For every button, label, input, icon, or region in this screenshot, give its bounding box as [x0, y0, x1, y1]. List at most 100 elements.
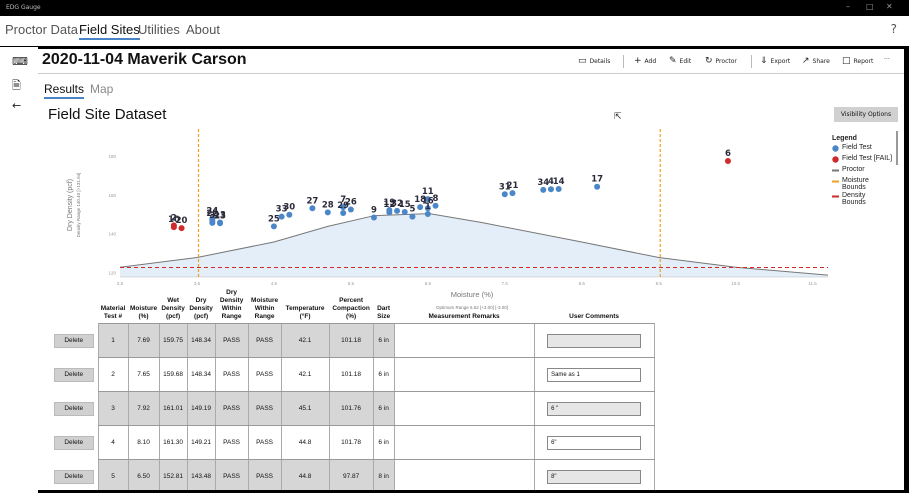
cell-m-range: PASS [247, 357, 282, 392]
legend-scrollbar[interactable] [896, 131, 898, 165]
visibility-options-button[interactable]: Visibility Options [834, 107, 898, 122]
x-tick-label: 5.5 [348, 281, 355, 286]
delete-button[interactable]: Delete [53, 401, 94, 416]
col-dry-density: Dry Density (pcf) [189, 297, 213, 320]
cell-dry-density: 148.34 [186, 323, 216, 358]
minimize-icon[interactable]: – [846, 2, 850, 11]
user-comment-input[interactable] [547, 333, 642, 348]
cell-test: 3 [97, 391, 128, 426]
export-icon: ⇓ [760, 56, 768, 66]
cell-percent: 101.18 [328, 323, 374, 358]
cell-moisture: 6.50 [127, 459, 160, 490]
subtab-results[interactable]: Results [44, 82, 85, 99]
cell-remarks[interactable] [393, 425, 535, 460]
user-comment-input[interactable]: 8" [547, 469, 642, 484]
y-tick-label: 180 [108, 154, 116, 159]
point-label: 34 [537, 178, 549, 188]
report-button[interactable]: □ Report [842, 56, 873, 66]
cell-dart: 6 in [372, 323, 395, 358]
mouse-cursor-icon: ⇱ [614, 112, 622, 122]
col-measurement-remarks: Measurement Remarks [428, 313, 500, 320]
close-icon[interactable]: ✕ [886, 2, 893, 11]
delete-button[interactable]: Delete [53, 333, 94, 348]
cell-moisture: 7.69 [127, 323, 160, 358]
cell-dry-density: 149.19 [186, 391, 216, 426]
cell-remarks[interactable] [393, 323, 535, 358]
legend-item-proctor: Proctor [832, 166, 892, 176]
col-wet-density: Wet Density (pcf) [161, 297, 185, 320]
cell-percent: 101.18 [328, 357, 374, 392]
x-tick-label: 8.5 [579, 281, 586, 286]
legend-item-density-bounds: Density Bounds [832, 192, 892, 206]
cell-wet-density: 152.81 [158, 459, 188, 490]
results-table: Material Test # Moisture (%) Wet Density… [50, 289, 655, 490]
cell-remarks[interactable] [393, 459, 535, 490]
help-icon[interactable]: ? [891, 22, 897, 36]
cell-dart: 6 in [372, 357, 395, 392]
point-label: 27 [306, 196, 318, 206]
x-tick-label: 2.5 [117, 281, 124, 286]
details-icon: ▭ [578, 56, 587, 66]
col-moisture: Moisture (%) [130, 305, 158, 320]
details-label: Details [589, 57, 611, 65]
user-comment-input[interactable]: 6" [547, 435, 642, 450]
app-window: EDG Gauge – □ ✕ Proctor Data Field Sites… [0, 0, 909, 493]
x-tick-label: 6.5 [425, 281, 432, 286]
col-temperature: Temperature (°F) [285, 305, 325, 320]
cell-test: 1 [97, 323, 128, 358]
tab-about[interactable]: About [186, 22, 220, 37]
cell-temperature: 44.8 [280, 459, 330, 490]
table-row: Delete 4 8.10 161.30 149.21 PASS PASS 44… [50, 425, 655, 460]
export-button[interactable]: ⇓ Export [760, 56, 790, 66]
delete-button[interactable]: Delete [53, 469, 94, 484]
tab-field-sites[interactable]: Field Sites [79, 22, 140, 40]
share-label: Share [812, 57, 830, 65]
back-arrow-icon[interactable]: ← [12, 99, 21, 112]
cell-dart: 6 in [372, 425, 395, 460]
point-label: 9 [371, 205, 377, 215]
toolbar-divider [623, 55, 624, 68]
legend-swatch [832, 193, 839, 202]
y-tick-label: 160 [108, 193, 116, 198]
cell-test: 4 [97, 425, 128, 460]
cell-percent: 101.78 [328, 425, 374, 460]
details-button[interactable]: ▭ Details [578, 56, 610, 66]
proctor-button[interactable]: ↻ Proctor [705, 56, 737, 66]
main-content: 2020-11-04 Maverik Carson ▭ Details + Add … [38, 49, 904, 490]
toolbar-divider [751, 55, 752, 68]
tab-proctor-data[interactable]: Proctor Data [5, 22, 78, 37]
delete-cell: Delete [50, 392, 98, 426]
share-button[interactable]: ↗ Share [802, 56, 830, 66]
cell-wet-density: 161.01 [158, 391, 188, 426]
add-button[interactable]: + Add [634, 56, 656, 66]
delete-cell: Delete [50, 324, 98, 358]
cell-m-range: PASS [247, 459, 282, 490]
report-icon: □ [842, 56, 851, 66]
cell-dart: 8 in [372, 459, 395, 490]
tab-utilities[interactable]: Utilities [138, 22, 180, 37]
user-comment-input[interactable]: Same as 1 [547, 367, 642, 382]
top-nav: Proctor Data Field Sites Utilities About… [0, 16, 909, 46]
col-dry-density-range: Dry Density Within Range [219, 289, 244, 320]
point-label: 32 [391, 199, 403, 209]
table-header-row: Material Test # Moisture (%) Wet Density… [50, 289, 654, 324]
cell-remarks[interactable] [393, 357, 535, 392]
user-comment-input[interactable]: 6 " [547, 401, 642, 416]
delete-cell: Delete [50, 426, 98, 460]
legend-label: Field Test [842, 144, 872, 151]
share-icon: ↗ [802, 56, 810, 66]
point-label: 20 [176, 216, 188, 226]
page-title: 2020-11-04 Maverik Carson [42, 51, 247, 68]
edit-button[interactable]: ✎ Edit [669, 56, 691, 66]
delete-button[interactable]: Delete [53, 367, 94, 382]
cell-remarks[interactable] [393, 391, 535, 426]
cell-wet-density: 159.68 [158, 357, 188, 392]
more-options-icon[interactable]: ··· [884, 56, 890, 63]
document-icon[interactable]: 🗎 [12, 77, 21, 96]
delete-button[interactable]: Delete [53, 435, 94, 450]
maximize-icon[interactable]: □ [866, 2, 874, 11]
col-moisture-range: Moisture Within Range [251, 297, 279, 320]
subtab-map[interactable]: Map [90, 82, 113, 96]
cell-moisture: 8.10 [127, 425, 160, 460]
keyboard-icon[interactable]: ⌨ [12, 55, 28, 68]
